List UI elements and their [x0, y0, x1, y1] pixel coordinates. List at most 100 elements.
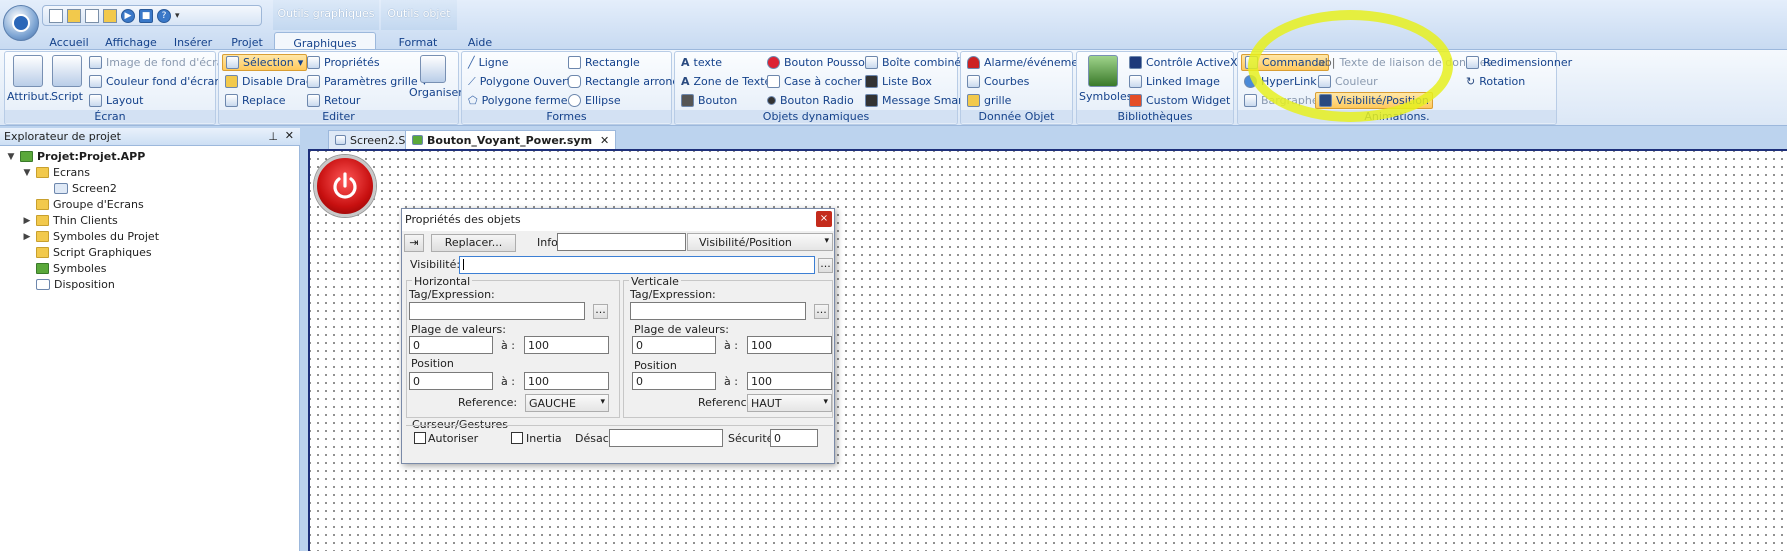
close-tab-icon[interactable]: ✕ — [600, 134, 609, 147]
power-button-symbol[interactable] — [314, 155, 376, 217]
context-tab-outils-objet: Outils objet — [381, 0, 457, 30]
autoriser-checkbox[interactable] — [414, 432, 426, 444]
ligne-button[interactable]: ╱ Ligne — [468, 54, 509, 71]
bouton-radio-button[interactable]: Bouton Radio — [767, 92, 854, 109]
zone-texte-button[interactable]: A Zone de Texte — [681, 73, 771, 90]
liste-box-button[interactable]: Liste Box — [865, 73, 932, 90]
boite-combinee-button[interactable]: Boîte combinée — [865, 54, 968, 71]
replace-button[interactable]: Replace — [225, 92, 286, 109]
inertia-checkbox[interactable] — [511, 432, 523, 444]
h-position-to[interactable]: 100 — [524, 372, 609, 390]
close-icon[interactable]: ✕ — [285, 129, 294, 142]
tree-item-ecrans[interactable]: ▼ Ecrans — [22, 166, 90, 179]
symboles-button[interactable]: Symboles — [1079, 55, 1132, 103]
polygone-ouvert-button[interactable]: ⟋ Polygone Ouvert — [468, 73, 571, 90]
h-plage-label: Plage de valeurs: — [411, 323, 506, 336]
controle-activex-label: Contrôle ActiveX — [1146, 56, 1238, 69]
v-tag-browse-button[interactable]: ... — [814, 304, 829, 319]
collapse-arrow-icon[interactable]: ▼ — [6, 152, 16, 162]
h-reference-select[interactable]: GAUCHE ▾ — [525, 394, 609, 412]
expand-arrow-icon[interactable]: ▶ — [22, 216, 32, 226]
v-position-to[interactable]: 100 — [747, 372, 832, 390]
bouton-button[interactable]: Bouton — [681, 92, 737, 109]
disable-drag-button[interactable]: Disable Drag — [225, 73, 313, 90]
horizontal-title: Horizontal — [412, 275, 473, 288]
v-plage-to[interactable]: 100 — [747, 336, 832, 354]
tree-item-disposition[interactable]: Disposition — [36, 278, 115, 291]
v-position-from[interactable]: 0 — [632, 372, 716, 390]
combobox-icon — [865, 56, 878, 69]
copy-icon[interactable] — [85, 8, 99, 23]
tree-item-symboles-projet[interactable]: ▶ Symboles du Projet — [22, 230, 159, 243]
ellipse-button[interactable]: Ellipse — [568, 92, 621, 109]
pin-icon[interactable]: ⊥ — [268, 130, 278, 143]
redimensionner-label: Redimensionner — [1483, 56, 1573, 69]
pin-button[interactable]: ⇥ — [404, 234, 424, 252]
layout-label: Layout — [106, 94, 144, 107]
stop-icon[interactable]: ■ — [139, 8, 153, 23]
visibilite-browse-button[interactable]: ... — [818, 258, 833, 273]
h-plage-from[interactable]: 0 — [409, 336, 493, 354]
tree-item-groupe-ecrans[interactable]: Groupe d'Ecrans — [36, 198, 144, 211]
h-plage-to[interactable]: 100 — [524, 336, 609, 354]
new-file-icon[interactable] — [49, 8, 63, 23]
replacer-button[interactable]: Replacer... — [431, 234, 516, 252]
visibilite-field[interactable] — [459, 256, 815, 274]
close-icon[interactable]: × — [816, 211, 832, 227]
text-zone-icon: A — [681, 75, 690, 88]
message-smart-button[interactable]: Message Smart — [865, 92, 967, 109]
courbes-button[interactable]: Courbes — [967, 73, 1029, 90]
retour-button[interactable]: Retour — [307, 92, 360, 109]
case-cocher-button[interactable]: Case à cocher — [767, 73, 862, 90]
tree-item-symboles[interactable]: Symboles — [36, 262, 106, 275]
texte-button[interactable]: Atexte — [681, 54, 722, 71]
folder-icon[interactable] — [103, 8, 117, 23]
proprietes-button[interactable]: Propriétés — [307, 54, 380, 71]
tree-item-thin-clients[interactable]: ▶ Thin Clients — [22, 214, 118, 227]
organiser-button[interactable]: Organiser — [409, 55, 463, 99]
animation-type-select[interactable]: Visibilité/Position ▾ — [687, 233, 833, 251]
retour-label: Retour — [324, 94, 361, 107]
customize-qat-icon[interactable]: ▾ — [175, 11, 180, 21]
h-position-from[interactable]: 0 — [409, 372, 493, 390]
grille-button[interactable]: grille — [967, 92, 1011, 109]
h-tag-browse-button[interactable]: ... — [593, 304, 608, 319]
help-icon[interactable]: ? — [157, 8, 171, 23]
doc-tab-bouton-voyant[interactable]: Bouton_Voyant_Power.sym ✕ — [405, 130, 617, 149]
html5-icon — [1129, 94, 1142, 107]
expand-arrow-icon[interactable]: ▶ — [22, 232, 32, 242]
attribut-button[interactable]: Attribut. — [7, 55, 52, 103]
custom-widget-button[interactable]: Custom Widget — [1129, 92, 1230, 109]
rotation-button[interactable]: ↻ Rotation — [1466, 73, 1525, 90]
tree-item-projet[interactable]: ▼ Projet:Projet.APP — [6, 150, 146, 163]
v-plage-from[interactable]: 0 — [632, 336, 716, 354]
linked-image-button[interactable]: Linked Image — [1129, 73, 1220, 90]
layout-button[interactable]: Layout — [89, 92, 143, 109]
redimensionner-button[interactable]: Redimensionner — [1466, 54, 1572, 71]
radio-icon — [767, 96, 776, 105]
bouton-poussoir-button[interactable]: Bouton Poussoir — [767, 54, 872, 71]
tree-item-script-graphiques[interactable]: Script Graphiques — [36, 246, 152, 259]
securite-field[interactable]: 0 — [770, 429, 818, 447]
desactiver-field[interactable] — [609, 429, 723, 447]
rectangle-arrondi-button[interactable]: Rectangle arrondi — [568, 73, 682, 90]
image-fond-button[interactable]: Image de fond d'écran — [89, 54, 230, 71]
h-tag-field[interactable] — [409, 302, 585, 320]
rectangle-button[interactable]: Rectangle — [568, 54, 640, 71]
application-button[interactable] — [3, 5, 39, 41]
tree-label: Ecrans — [53, 166, 90, 179]
selection-button[interactable]: Sélection ▾ — [222, 54, 308, 71]
alarme-button[interactable]: Alarme/événement — [967, 54, 1089, 71]
info-field[interactable] — [557, 233, 686, 251]
play-icon[interactable]: ▶ — [121, 8, 135, 23]
v-tag-field[interactable] — [630, 302, 806, 320]
tree-item-screen2[interactable]: Screen2 — [54, 182, 117, 195]
polygone-fermer-button[interactable]: ⬠ Polygone fermer — [468, 92, 572, 109]
open-folder-icon[interactable] — [67, 8, 81, 23]
collapse-arrow-icon[interactable]: ▼ — [22, 168, 32, 178]
script-button[interactable]: Script — [51, 55, 83, 103]
couleur-fond-button[interactable]: Couleur fond d'écran▾ — [89, 73, 231, 90]
replace-label: Replace — [242, 94, 286, 107]
controle-activex-button[interactable]: Contrôle ActiveX▾ — [1129, 54, 1247, 71]
v-reference-select[interactable]: HAUT ▾ — [747, 394, 832, 412]
